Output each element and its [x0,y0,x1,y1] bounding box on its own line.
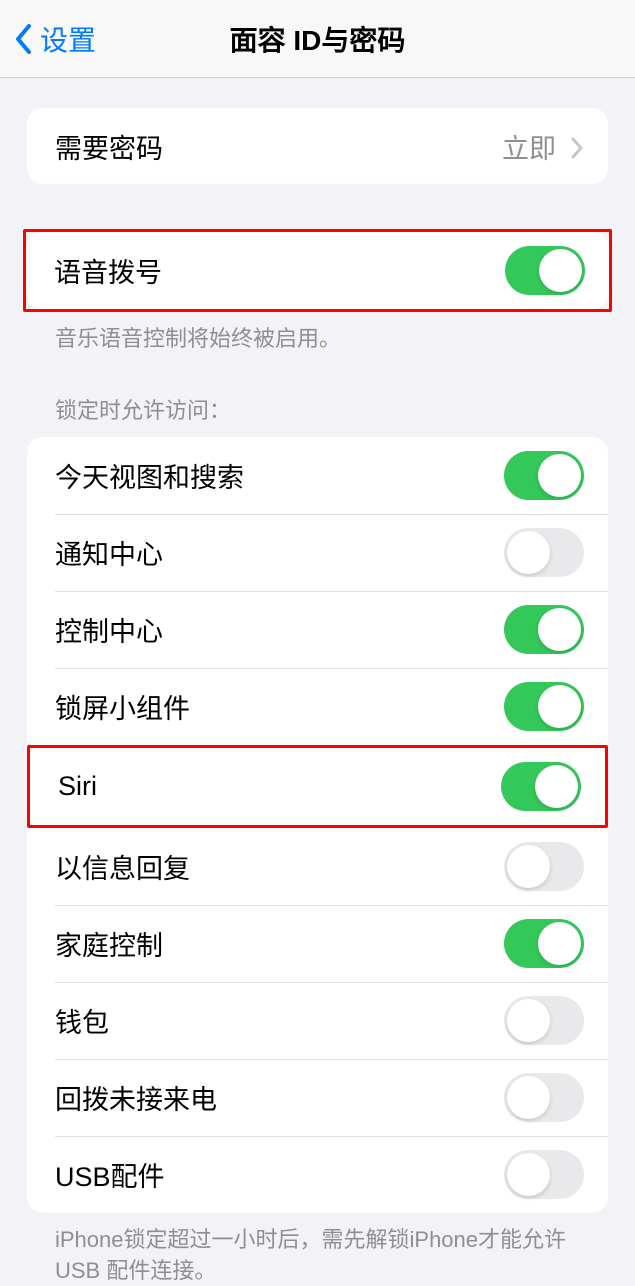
toggle-knob [507,999,550,1042]
lock-item-row: Siri [30,748,605,825]
toggle-knob [507,1076,550,1119]
lock-item-row: 以信息回复 [27,828,608,905]
voice-dial-footer: 音乐语音控制将始终被启用。 [27,312,608,355]
lock-item-label: 今天视图和搜索 [55,456,244,495]
lock-item-row: 今天视图和搜索 [27,437,608,514]
toggle-knob [538,685,581,728]
lock-item-row: 通知中心 [27,514,608,591]
lock-item-toggle[interactable] [504,1150,584,1199]
voice-dial-highlight: 语音拨号 [23,229,612,312]
lock-item-label: 控制中心 [55,610,163,649]
lock-item-toggle[interactable] [504,528,584,577]
toggle-knob [539,249,582,292]
lock-item-label: USB配件 [55,1155,165,1194]
toggle-knob [538,454,581,497]
lock-item-row: 家庭控制 [27,905,608,982]
toggle-knob [507,845,550,888]
toggle-knob [538,608,581,651]
lock-item-label: 钱包 [55,1001,109,1040]
lock-item-toggle[interactable] [504,451,584,500]
lock-section-header: 锁定时允许访问： [27,393,608,437]
siri-highlight: Siri [27,745,608,828]
toggle-knob [507,531,550,574]
page-title: 面容 ID与密码 [230,19,406,59]
chevron-left-icon [14,24,32,54]
lock-item-toggle[interactable] [504,605,584,654]
toggle-knob [535,765,578,808]
back-label: 设置 [40,19,96,59]
lock-item-toggle[interactable] [504,1073,584,1122]
lock-item-label: 回拨未接来电 [55,1078,217,1117]
require-passcode-label: 需要密码 [55,127,163,166]
lock-access-group: 今天视图和搜索通知中心控制中心锁屏小组件 Siri 以信息回复家庭控制钱包回拨未接来… [27,437,608,1213]
voice-dial-label: 语音拨号 [54,251,162,290]
lock-item-label: Siri [58,771,97,802]
lock-item-toggle[interactable] [504,682,584,731]
nav-header: 设置 面容 ID与密码 [0,0,635,78]
chevron-right-icon [570,135,584,157]
require-passcode-row[interactable]: 需要密码 立即 [27,108,608,184]
lock-item-row: 回拨未接来电 [27,1059,608,1136]
toggle-knob [507,1153,550,1196]
lock-section-footer: iPhone锁定超过一小时后，需先解锁iPhone才能允许USB 配件连接。 [27,1213,608,1286]
voice-dial-toggle[interactable] [505,246,585,295]
lock-item-label: 通知中心 [55,533,163,572]
lock-item-label: 锁屏小组件 [55,687,190,726]
lock-item-label: 家庭控制 [55,924,163,963]
lock-item-toggle[interactable] [504,842,584,891]
lock-item-row: 锁屏小组件 [27,668,608,745]
lock-item-row: 钱包 [27,982,608,1059]
toggle-knob [538,922,581,965]
voice-dial-row: 语音拨号 [26,232,609,309]
back-button[interactable]: 设置 [0,19,96,59]
passcode-group: 需要密码 立即 [27,108,608,184]
lock-item-toggle[interactable] [504,919,584,968]
require-passcode-value: 立即 [502,127,584,166]
lock-item-row: 控制中心 [27,591,608,668]
lock-item-row: USB配件 [27,1136,608,1213]
lock-item-label: 以信息回复 [55,847,190,886]
lock-item-toggle[interactable] [504,996,584,1045]
lock-item-toggle[interactable] [501,762,581,811]
